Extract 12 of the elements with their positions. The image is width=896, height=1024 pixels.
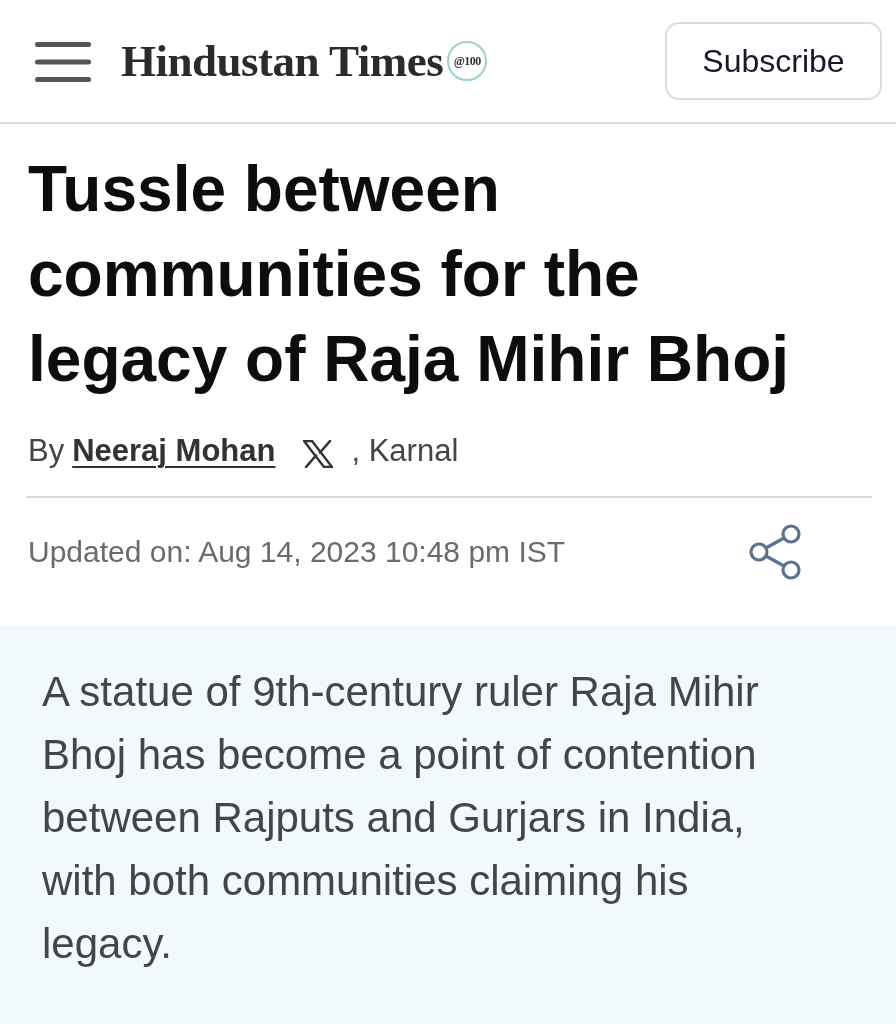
headline: Tussle between communities for the legacy of Raja Mihir Bhoj: [28, 152, 791, 397]
updated-timestamp: Updated on: Aug 14, 2023 10:48 pm IST: [28, 535, 566, 569]
summary-paragraph: A statue of 9th-century ruler Raja Mihir Bhoj has become a point of contention between Rajputs and Gurjars in India, with both communities claiming his legacy.: [42, 667, 760, 969]
author-link[interactable]: Neeraj Mohan: [72, 433, 276, 469]
menu-icon[interactable]: [35, 40, 91, 84]
share-icon[interactable]: [748, 524, 802, 580]
x-logo-icon[interactable]: [303, 440, 334, 468]
byline-prefix: By: [28, 433, 65, 469]
logo-wordmark[interactable]: Hindustan Times: [121, 38, 444, 84]
byline-location: , Karnal: [351, 433, 459, 469]
subscribe-button[interactable]: Subscribe: [665, 22, 882, 100]
logo-badge: @100: [447, 41, 488, 81]
